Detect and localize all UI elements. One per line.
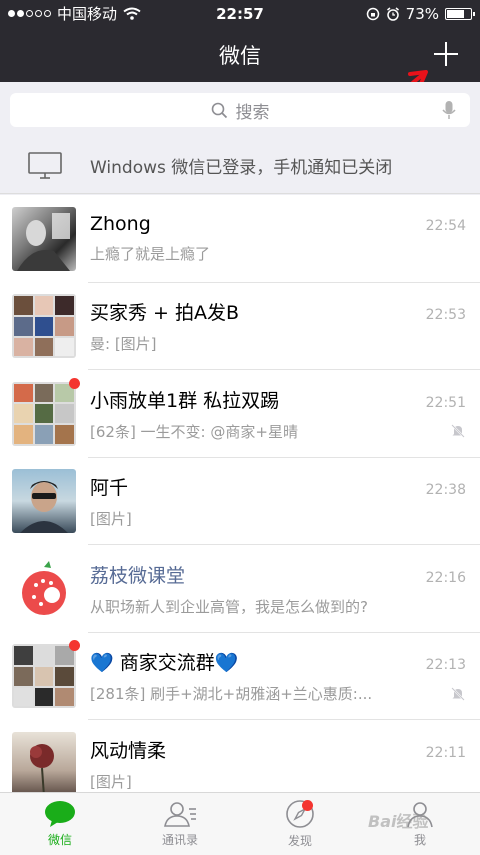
- wifi-icon: [123, 7, 141, 20]
- group-avatar: [12, 640, 80, 709]
- chat-preview: [图片]: [90, 772, 132, 791]
- chat-preview: 上瘾了就是上瘾了: [90, 245, 211, 264]
- mute-bell-icon: [451, 687, 465, 701]
- chat-name: 💙 商家交流群💙: [90, 652, 239, 675]
- search-input[interactable]: 搜索: [10, 93, 470, 127]
- avatar: [12, 469, 76, 534]
- microphone-icon[interactable]: [442, 100, 456, 120]
- group-avatar: [12, 294, 76, 359]
- add-button[interactable]: [432, 40, 460, 68]
- chat-time: 22:13: [425, 657, 466, 674]
- chat-row[interactable]: 💙 商家交流群💙 22:13 [281条] 刷手+湖北+胡雅涵+兰心惠质:...: [0, 633, 480, 721]
- search-bar: 搜索: [0, 82, 480, 138]
- notice-text: Windows 微信已登录，手机通知已关闭: [90, 158, 393, 178]
- chat-row[interactable]: 买家秀 + 拍A发B 22:53 曼: [图片]: [0, 283, 480, 371]
- baidu-watermark-logo: Bai经验: [368, 812, 429, 831]
- status-bar: 中国移动 22:57 73%: [0, 0, 480, 27]
- chat-preview: 从职场新人到企业高管，我是怎么做到的?: [90, 597, 368, 616]
- chat-list: Zhong 22:54 上瘾了就是上瘾了 买家秀 + 拍A发B 22:53 曼: […: [0, 195, 480, 792]
- lychee-logo-avatar: [12, 556, 76, 621]
- battery-icon: [445, 7, 475, 20]
- unread-dot: [69, 640, 80, 652]
- contacts-icon: [164, 802, 196, 827]
- avatar: [12, 731, 76, 792]
- signal-icon: [8, 10, 51, 17]
- chat-name: 荔枝微课堂: [90, 564, 186, 587]
- chat-row[interactable]: 荔枝微课堂 22:16 从职场新人到企业高管，我是怎么做到的?: [0, 545, 480, 633]
- page-title: 微信: [219, 43, 261, 68]
- chat-name: 小雨放单1群 私拉双踢: [90, 389, 280, 412]
- chat-preview: [图片]: [90, 510, 132, 529]
- unread-dot: [69, 377, 80, 389]
- tab-label: 通讯录: [161, 833, 198, 847]
- monitor-icon: [28, 151, 62, 179]
- chat-name: 阿千: [90, 477, 129, 500]
- tab-label: 微信: [47, 833, 72, 847]
- tab-wechat[interactable]: 微信: [0, 793, 120, 855]
- chat-preview: 曼: [图片]: [90, 335, 157, 354]
- chat-time: 22:38: [425, 482, 466, 499]
- avatar: [12, 206, 76, 271]
- chat-name: Zhong: [90, 213, 151, 236]
- tab-label: 我: [413, 833, 426, 847]
- battery-percent: 73%: [405, 4, 439, 23]
- mute-bell-icon: [451, 424, 465, 438]
- chat-bubble-icon: [45, 801, 75, 827]
- search-icon: [211, 102, 227, 118]
- carrier-label: 中国移动: [57, 5, 118, 23]
- chat-time: 22:51: [425, 394, 466, 411]
- chat-name: 风动情柔: [90, 739, 167, 762]
- rotation-lock-icon: [366, 7, 379, 20]
- chat-row[interactable]: Zhong 22:54 上瘾了就是上瘾了: [0, 195, 480, 283]
- group-avatar: [12, 377, 80, 446]
- chat-preview: [281条] 刷手+湖北+胡雅涵+兰心惠质:...: [90, 685, 373, 704]
- chat-row[interactable]: 小雨放单1群 私拉双踢 22:51 [62条] 一生不变: @商家+星晴: [0, 370, 480, 458]
- tab-label: 发现: [287, 834, 312, 848]
- chat-time: 22:11: [425, 744, 466, 761]
- search-placeholder: 搜索: [235, 102, 270, 123]
- chat-time: 22:16: [425, 569, 466, 586]
- discover-badge-dot: [302, 800, 313, 811]
- alarm-icon: [386, 6, 399, 21]
- chat-time: 22:53: [425, 307, 466, 324]
- tab-contacts[interactable]: 通讯录: [120, 793, 240, 855]
- chat-row[interactable]: 风动情柔 22:11 [图片]: [0, 720, 480, 792]
- chat-name: 买家秀 + 拍A发B: [90, 302, 240, 325]
- chat-time: 22:54: [425, 218, 466, 235]
- desktop-login-notice[interactable]: Windows 微信已登录，手机通知已关闭: [0, 138, 480, 194]
- chat-row[interactable]: 阿千 22:38 [图片]: [0, 458, 480, 546]
- chat-preview: [62条] 一生不变: @商家+星晴: [90, 422, 298, 441]
- tab-discover[interactable]: 发现: [240, 793, 360, 855]
